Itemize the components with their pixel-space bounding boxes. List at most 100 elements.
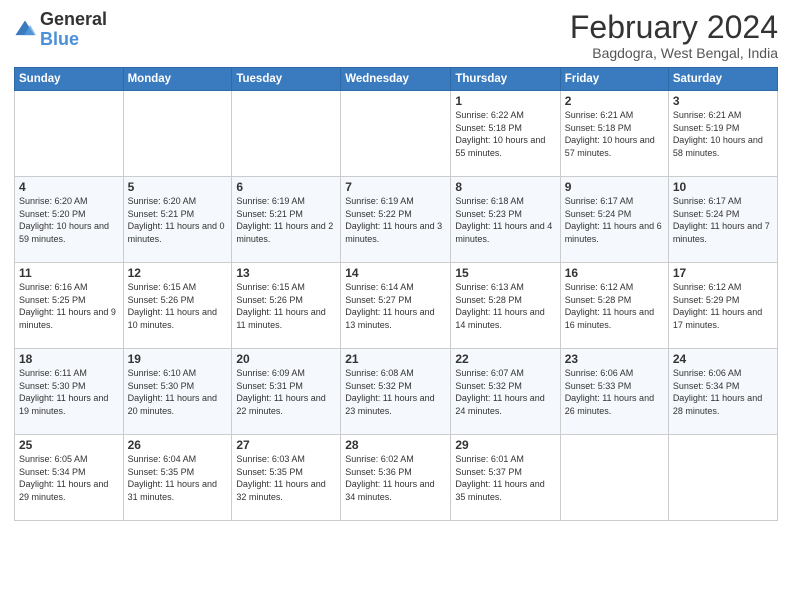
day-info: Sunrise: 6:02 AM Sunset: 5:36 PM Dayligh… <box>345 453 446 503</box>
day-info: Sunrise: 6:19 AM Sunset: 5:21 PM Dayligh… <box>236 195 336 245</box>
logo: General Blue <box>14 10 107 50</box>
day-number: 29 <box>455 438 555 452</box>
day-number: 9 <box>565 180 664 194</box>
calendar-table: Sunday Monday Tuesday Wednesday Thursday… <box>14 67 778 521</box>
col-saturday: Saturday <box>668 68 777 91</box>
day-info: Sunrise: 6:03 AM Sunset: 5:35 PM Dayligh… <box>236 453 336 503</box>
main-title: February 2024 <box>570 10 778 45</box>
day-info: Sunrise: 6:15 AM Sunset: 5:26 PM Dayligh… <box>236 281 336 331</box>
subtitle: Bagdogra, West Bengal, India <box>570 45 778 61</box>
day-number: 4 <box>19 180 119 194</box>
day-info: Sunrise: 6:20 AM Sunset: 5:20 PM Dayligh… <box>19 195 119 245</box>
calendar-week-3: 11Sunrise: 6:16 AM Sunset: 5:25 PM Dayli… <box>15 263 778 349</box>
day-info: Sunrise: 6:19 AM Sunset: 5:22 PM Dayligh… <box>345 195 446 245</box>
day-number: 18 <box>19 352 119 366</box>
day-info: Sunrise: 6:08 AM Sunset: 5:32 PM Dayligh… <box>345 367 446 417</box>
calendar-cell: 24Sunrise: 6:06 AM Sunset: 5:34 PM Dayli… <box>668 349 777 435</box>
page: General Blue February 2024 Bagdogra, Wes… <box>0 0 792 612</box>
day-number: 24 <box>673 352 773 366</box>
day-number: 20 <box>236 352 336 366</box>
day-number: 21 <box>345 352 446 366</box>
day-number: 10 <box>673 180 773 194</box>
calendar-cell: 9Sunrise: 6:17 AM Sunset: 5:24 PM Daylig… <box>560 177 668 263</box>
calendar-cell: 18Sunrise: 6:11 AM Sunset: 5:30 PM Dayli… <box>15 349 124 435</box>
day-info: Sunrise: 6:12 AM Sunset: 5:28 PM Dayligh… <box>565 281 664 331</box>
calendar-week-5: 25Sunrise: 6:05 AM Sunset: 5:34 PM Dayli… <box>15 435 778 521</box>
day-info: Sunrise: 6:09 AM Sunset: 5:31 PM Dayligh… <box>236 367 336 417</box>
calendar-cell <box>668 435 777 521</box>
day-number: 6 <box>236 180 336 194</box>
day-info: Sunrise: 6:05 AM Sunset: 5:34 PM Dayligh… <box>19 453 119 503</box>
calendar-cell <box>560 435 668 521</box>
col-thursday: Thursday <box>451 68 560 91</box>
logo-icon <box>14 19 36 41</box>
calendar-cell: 15Sunrise: 6:13 AM Sunset: 5:28 PM Dayli… <box>451 263 560 349</box>
day-info: Sunrise: 6:07 AM Sunset: 5:32 PM Dayligh… <box>455 367 555 417</box>
day-number: 11 <box>19 266 119 280</box>
day-info: Sunrise: 6:21 AM Sunset: 5:18 PM Dayligh… <box>565 109 664 159</box>
calendar-week-4: 18Sunrise: 6:11 AM Sunset: 5:30 PM Dayli… <box>15 349 778 435</box>
day-info: Sunrise: 6:06 AM Sunset: 5:34 PM Dayligh… <box>673 367 773 417</box>
col-wednesday: Wednesday <box>341 68 451 91</box>
calendar-cell: 8Sunrise: 6:18 AM Sunset: 5:23 PM Daylig… <box>451 177 560 263</box>
day-number: 16 <box>565 266 664 280</box>
calendar-cell: 11Sunrise: 6:16 AM Sunset: 5:25 PM Dayli… <box>15 263 124 349</box>
day-number: 8 <box>455 180 555 194</box>
day-info: Sunrise: 6:14 AM Sunset: 5:27 PM Dayligh… <box>345 281 446 331</box>
calendar-cell: 25Sunrise: 6:05 AM Sunset: 5:34 PM Dayli… <box>15 435 124 521</box>
day-info: Sunrise: 6:01 AM Sunset: 5:37 PM Dayligh… <box>455 453 555 503</box>
day-info: Sunrise: 6:22 AM Sunset: 5:18 PM Dayligh… <box>455 109 555 159</box>
day-number: 1 <box>455 94 555 108</box>
calendar-cell <box>341 91 451 177</box>
calendar-cell <box>15 91 124 177</box>
day-number: 13 <box>236 266 336 280</box>
header: General Blue February 2024 Bagdogra, Wes… <box>14 10 778 61</box>
calendar-cell: 14Sunrise: 6:14 AM Sunset: 5:27 PM Dayli… <box>341 263 451 349</box>
logo-text: General Blue <box>40 10 107 50</box>
day-number: 5 <box>128 180 228 194</box>
calendar-cell: 26Sunrise: 6:04 AM Sunset: 5:35 PM Dayli… <box>123 435 232 521</box>
calendar-cell: 13Sunrise: 6:15 AM Sunset: 5:26 PM Dayli… <box>232 263 341 349</box>
calendar-cell: 4Sunrise: 6:20 AM Sunset: 5:20 PM Daylig… <box>15 177 124 263</box>
col-sunday: Sunday <box>15 68 124 91</box>
day-info: Sunrise: 6:12 AM Sunset: 5:29 PM Dayligh… <box>673 281 773 331</box>
calendar-cell: 5Sunrise: 6:20 AM Sunset: 5:21 PM Daylig… <box>123 177 232 263</box>
calendar-cell: 19Sunrise: 6:10 AM Sunset: 5:30 PM Dayli… <box>123 349 232 435</box>
calendar-week-2: 4Sunrise: 6:20 AM Sunset: 5:20 PM Daylig… <box>15 177 778 263</box>
col-tuesday: Tuesday <box>232 68 341 91</box>
day-number: 3 <box>673 94 773 108</box>
calendar-cell: 16Sunrise: 6:12 AM Sunset: 5:28 PM Dayli… <box>560 263 668 349</box>
day-number: 14 <box>345 266 446 280</box>
day-number: 17 <box>673 266 773 280</box>
day-info: Sunrise: 6:04 AM Sunset: 5:35 PM Dayligh… <box>128 453 228 503</box>
calendar-cell <box>123 91 232 177</box>
calendar-cell: 29Sunrise: 6:01 AM Sunset: 5:37 PM Dayli… <box>451 435 560 521</box>
calendar-cell: 28Sunrise: 6:02 AM Sunset: 5:36 PM Dayli… <box>341 435 451 521</box>
logo-blue: Blue <box>40 29 79 49</box>
day-info: Sunrise: 6:11 AM Sunset: 5:30 PM Dayligh… <box>19 367 119 417</box>
day-info: Sunrise: 6:16 AM Sunset: 5:25 PM Dayligh… <box>19 281 119 331</box>
calendar-cell: 21Sunrise: 6:08 AM Sunset: 5:32 PM Dayli… <box>341 349 451 435</box>
calendar-week-1: 1Sunrise: 6:22 AM Sunset: 5:18 PM Daylig… <box>15 91 778 177</box>
day-info: Sunrise: 6:18 AM Sunset: 5:23 PM Dayligh… <box>455 195 555 245</box>
calendar-cell: 2Sunrise: 6:21 AM Sunset: 5:18 PM Daylig… <box>560 91 668 177</box>
day-number: 15 <box>455 266 555 280</box>
calendar-cell: 27Sunrise: 6:03 AM Sunset: 5:35 PM Dayli… <box>232 435 341 521</box>
day-number: 19 <box>128 352 228 366</box>
calendar-cell: 3Sunrise: 6:21 AM Sunset: 5:19 PM Daylig… <box>668 91 777 177</box>
col-friday: Friday <box>560 68 668 91</box>
title-section: February 2024 Bagdogra, West Bengal, Ind… <box>570 10 778 61</box>
day-info: Sunrise: 6:15 AM Sunset: 5:26 PM Dayligh… <box>128 281 228 331</box>
calendar-cell: 20Sunrise: 6:09 AM Sunset: 5:31 PM Dayli… <box>232 349 341 435</box>
day-number: 22 <box>455 352 555 366</box>
day-number: 23 <box>565 352 664 366</box>
calendar-cell: 23Sunrise: 6:06 AM Sunset: 5:33 PM Dayli… <box>560 349 668 435</box>
day-number: 25 <box>19 438 119 452</box>
calendar-cell: 6Sunrise: 6:19 AM Sunset: 5:21 PM Daylig… <box>232 177 341 263</box>
logo-general: General <box>40 9 107 29</box>
day-info: Sunrise: 6:06 AM Sunset: 5:33 PM Dayligh… <box>565 367 664 417</box>
day-number: 7 <box>345 180 446 194</box>
day-info: Sunrise: 6:13 AM Sunset: 5:28 PM Dayligh… <box>455 281 555 331</box>
calendar-cell: 10Sunrise: 6:17 AM Sunset: 5:24 PM Dayli… <box>668 177 777 263</box>
calendar-cell: 22Sunrise: 6:07 AM Sunset: 5:32 PM Dayli… <box>451 349 560 435</box>
